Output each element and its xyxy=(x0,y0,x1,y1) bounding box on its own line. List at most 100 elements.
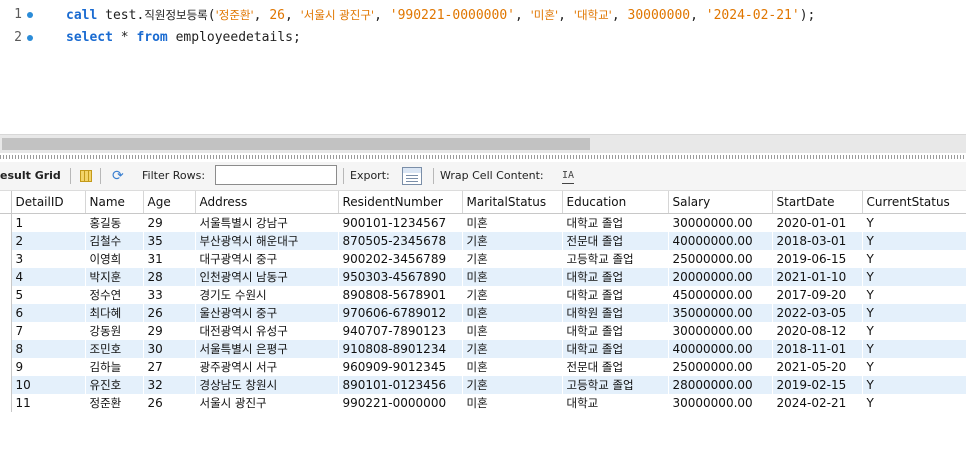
cell-detailid[interactable]: 11 xyxy=(11,394,85,412)
cell-detailid[interactable]: 5 xyxy=(11,286,85,304)
row-marker[interactable] xyxy=(0,213,12,232)
cell-startdate[interactable]: 2020-01-01 xyxy=(772,214,862,233)
cell-age[interactable]: 28 xyxy=(143,268,195,286)
cell-salary[interactable]: 30000000.00 xyxy=(668,214,772,233)
cell-startdate[interactable]: 2021-05-20 xyxy=(772,358,862,376)
cell-residentnumber[interactable]: 940707-7890123 xyxy=(338,322,462,340)
cell-age[interactable]: 31 xyxy=(143,250,195,268)
cell-salary[interactable]: 20000000.00 xyxy=(668,268,772,286)
cell-salary[interactable]: 40000000.00 xyxy=(668,232,772,250)
cell-residentnumber[interactable]: 970606-6789012 xyxy=(338,304,462,322)
cell-salary[interactable]: 35000000.00 xyxy=(668,304,772,322)
select-statement[interactable]: select * from employeedetails; xyxy=(66,27,301,49)
sql-editor[interactable]: 1 call test.직원정보등록('정준환', 26, '서울시 광진구',… xyxy=(0,0,966,130)
cell-address[interactable]: 인천광역시 남동구 xyxy=(195,268,338,286)
cell-name[interactable]: 김철수 xyxy=(85,232,143,250)
cell-salary[interactable]: 40000000.00 xyxy=(668,340,772,358)
cell-detailid[interactable]: 4 xyxy=(11,268,85,286)
cell-maritalstatus[interactable]: 기혼 xyxy=(462,250,562,268)
cell-age[interactable]: 35 xyxy=(143,232,195,250)
cell-detailid[interactable]: 2 xyxy=(11,232,85,250)
cell-currentstatus[interactable]: Y xyxy=(862,250,966,268)
cell-education[interactable]: 고등학교 졸업 xyxy=(562,250,668,268)
cell-address[interactable]: 서울특별시 강남구 xyxy=(195,214,338,233)
cell-residentnumber[interactable]: 870505-2345678 xyxy=(338,232,462,250)
column-header-currentstatus[interactable]: CurrentStatus xyxy=(862,191,966,214)
cell-currentstatus[interactable]: Y xyxy=(862,214,966,233)
result-grid-tab[interactable]: esult Grid xyxy=(0,162,61,190)
cell-name[interactable]: 강동원 xyxy=(85,322,143,340)
cell-currentstatus[interactable]: Y xyxy=(862,394,966,412)
cell-address[interactable]: 울산광역시 중구 xyxy=(195,304,338,322)
cell-education[interactable]: 전문대 졸업 xyxy=(562,232,668,250)
cell-detailid[interactable]: 7 xyxy=(11,322,85,340)
cell-age[interactable]: 26 xyxy=(143,304,195,322)
cell-detailid[interactable]: 3 xyxy=(11,250,85,268)
cell-currentstatus[interactable]: Y xyxy=(862,232,966,250)
cell-age[interactable]: 30 xyxy=(143,340,195,358)
cell-name[interactable]: 정준환 xyxy=(85,394,143,412)
cell-currentstatus[interactable]: Y xyxy=(862,376,966,394)
cell-address[interactable]: 경상남도 창원시 xyxy=(195,376,338,394)
cell-salary[interactable]: 30000000.00 xyxy=(668,322,772,340)
cell-address[interactable]: 부산광역시 해운대구 xyxy=(195,232,338,250)
cell-address[interactable]: 대구광역시 중구 xyxy=(195,250,338,268)
cell-address[interactable]: 광주광역시 서구 xyxy=(195,358,338,376)
cell-salary[interactable]: 28000000.00 xyxy=(668,376,772,394)
cell-startdate[interactable]: 2019-06-15 xyxy=(772,250,862,268)
cell-currentstatus[interactable]: Y xyxy=(862,340,966,358)
cell-residentnumber[interactable]: 890101-0123456 xyxy=(338,376,462,394)
cell-maritalstatus[interactable]: 미혼 xyxy=(462,358,562,376)
table-row[interactable]: 6 최다혜 26 울산광역시 중구 970606-6789012 미혼 대학원 졸업 3500… xyxy=(0,304,966,322)
table-row[interactable]: 1 홍길동 29 서울특별시 강남구 900101-1234567 미혼 대학교 졸업 300… xyxy=(0,213,966,233)
row-marker[interactable] xyxy=(0,250,12,268)
cell-education[interactable]: 대학교 졸업 xyxy=(562,340,668,358)
cell-maritalstatus[interactable]: 미혼 xyxy=(462,268,562,286)
cell-maritalstatus[interactable]: 기혼 xyxy=(462,340,562,358)
table-row[interactable]: 10 유진호 32 경상남도 창원시 890101-0123456 기혼 고등학교 졸업 28… xyxy=(0,376,966,394)
cell-education[interactable]: 대학교 xyxy=(562,394,668,412)
row-marker[interactable] xyxy=(0,304,12,322)
cell-residentnumber[interactable]: 890808-5678901 xyxy=(338,286,462,304)
column-header-age[interactable]: Age xyxy=(143,191,196,214)
cell-currentstatus[interactable]: Y xyxy=(862,358,966,376)
cell-address[interactable]: 대전광역시 유성구 xyxy=(195,322,338,340)
cell-name[interactable]: 정수연 xyxy=(85,286,143,304)
scrollbar-thumb[interactable] xyxy=(2,138,590,150)
cell-startdate[interactable]: 2017-09-20 xyxy=(772,286,862,304)
table-row[interactable]: 4 박지훈 28 인천광역시 남동구 950303-4567890 미혼 대학교 졸업 200… xyxy=(0,268,966,286)
cell-salary[interactable]: 25000000.00 xyxy=(668,358,772,376)
cell-currentstatus[interactable]: Y xyxy=(862,304,966,322)
cell-education[interactable]: 대학교 졸업 xyxy=(562,322,668,340)
cell-startdate[interactable]: 2018-03-01 xyxy=(772,232,862,250)
export-icon[interactable] xyxy=(402,167,422,185)
table-row[interactable]: 9 김하늘 27 광주광역시 서구 960909-9012345 미혼 전문대 졸업 2500… xyxy=(0,358,966,376)
call-statement[interactable]: call test.직원정보등록('정준환', 26, '서울시 광진구', '… xyxy=(66,4,815,27)
cell-address[interactable]: 서울특별시 은평구 xyxy=(195,340,338,358)
cell-name[interactable]: 이영희 xyxy=(85,250,143,268)
cell-education[interactable]: 전문대 졸업 xyxy=(562,358,668,376)
cell-maritalstatus[interactable]: 기혼 xyxy=(462,232,562,250)
cell-age[interactable]: 33 xyxy=(143,286,195,304)
code-line-1[interactable]: 1 call test.직원정보등록('정준환', 26, '서울시 광진구',… xyxy=(0,4,966,26)
cell-detailid[interactable]: 8 xyxy=(11,340,85,358)
column-header-salary[interactable]: Salary xyxy=(668,191,773,214)
cell-detailid[interactable]: 1 xyxy=(11,214,85,233)
cell-education[interactable]: 고등학교 졸업 xyxy=(562,376,668,394)
code-line-2[interactable]: 2 select * from employeedetails; xyxy=(0,27,966,49)
cell-age[interactable]: 26 xyxy=(143,394,195,412)
cell-startdate[interactable]: 2018-11-01 xyxy=(772,340,862,358)
cell-residentnumber[interactable]: 900202-3456789 xyxy=(338,250,462,268)
cell-age[interactable]: 27 xyxy=(143,358,195,376)
cell-salary[interactable]: 25000000.00 xyxy=(668,250,772,268)
row-marker[interactable] xyxy=(0,286,12,304)
cell-name[interactable]: 유진호 xyxy=(85,376,143,394)
cell-startdate[interactable]: 2022-03-05 xyxy=(772,304,862,322)
table-row[interactable]: 3 이영희 31 대구광역시 중구 900202-3456789 기혼 고등학교 졸업 250… xyxy=(0,250,966,268)
refresh-icon[interactable]: ⟳ xyxy=(112,167,124,185)
cell-maritalstatus[interactable]: 미혼 xyxy=(462,304,562,322)
cell-salary[interactable]: 30000000.00 xyxy=(668,394,772,412)
cell-maritalstatus[interactable]: 미혼 xyxy=(462,322,562,340)
panel-splitter[interactable] xyxy=(0,155,966,159)
table-row[interactable]: 5 정수연 33 경기도 수원시 890808-5678901 기혼 대학교 졸업 45000… xyxy=(0,286,966,304)
